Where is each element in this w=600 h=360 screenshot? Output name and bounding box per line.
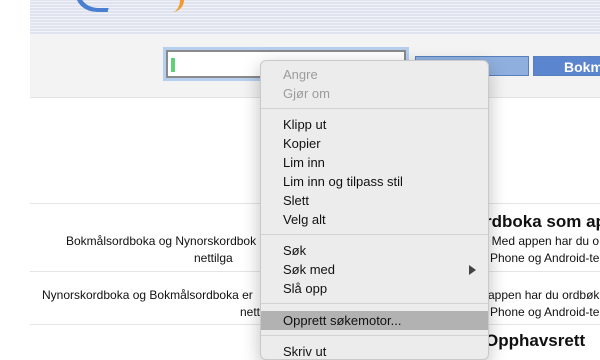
submenu-arrow-icon [469,265,476,275]
row1-right-text-2: Phone og Android-te [490,251,600,265]
menu-item-undo[interactable]: Angre [261,65,488,84]
row1-left-text: Bokmålsordboka og Nynorskordbok [66,234,257,248]
menu-item-look-up[interactable]: Slå opp [261,279,488,298]
menu-item-paste[interactable]: Lim inn [261,153,488,172]
logo-blue-swoosh [67,0,117,12]
row2-right-text: appen har du ordbøk [488,288,600,302]
text-caret [171,58,175,72]
bokmal-button[interactable]: Bokm [533,56,600,76]
menu-item-create-search-engine[interactable]: Opprett søkemotor... [261,311,488,330]
logo-orange-swoosh [170,0,184,12]
menu-item-cut[interactable]: Klipp ut [261,115,488,134]
menu-item-select-all[interactable]: Velg alt [261,210,488,229]
row2-right-text-2: Phone og Android-tel [490,305,600,319]
menu-item-redo[interactable]: Gjør om [261,84,488,103]
menu-item-print[interactable]: Skriv ut [261,342,488,359]
menu-separator [261,303,488,304]
menu-item-search-with-label: Søk med [283,262,336,277]
menu-item-search[interactable]: Søk [261,241,488,260]
menu-item-copy[interactable]: Kopier [261,134,488,153]
row1-right-text: . Med appen har du o [485,234,600,248]
menu-separator [261,234,488,235]
left-margin [0,0,30,352]
menu-separator [261,335,488,336]
context-menu: Angre Gjør om Klipp ut Kopier Lim inn Li… [260,60,489,360]
row1-heading: rdboka som app [485,212,600,231]
menu-item-delete[interactable]: Slett [261,191,488,210]
row1-left-text-2: nettilga [194,251,233,265]
header-banner [30,0,600,35]
row2-left-text: Nynorskordboka og Bokmålsordboka er [42,288,253,302]
row3-heading: Opphavsrett [485,331,586,350]
menu-item-search-with[interactable]: Søk med [261,260,488,279]
menu-separator [261,108,488,109]
menu-item-paste-match-style[interactable]: Lim inn og tilpass stil [261,172,488,191]
